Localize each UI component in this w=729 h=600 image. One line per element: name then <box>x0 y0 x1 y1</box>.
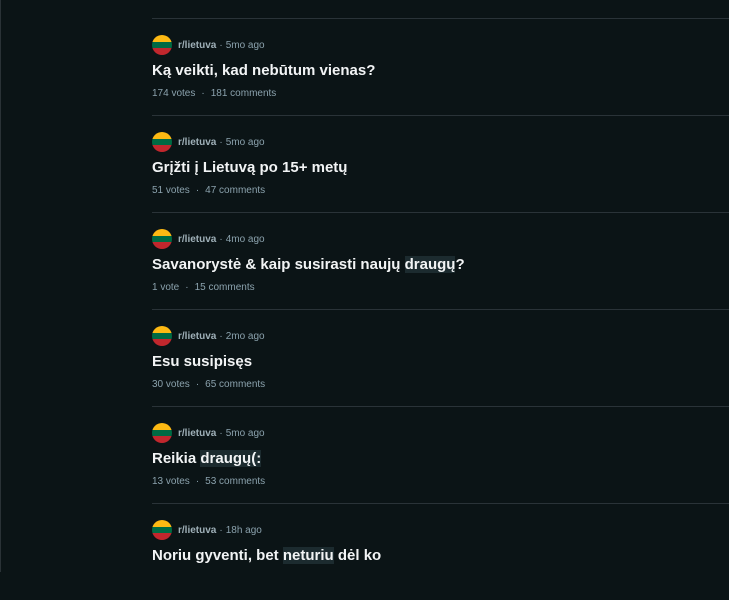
meta-separator: · <box>219 136 223 148</box>
title-text: Savanorystė & kaip susirasti naujų <box>152 256 405 273</box>
comment-count[interactable]: 53 comments <box>205 476 265 487</box>
post-result[interactable]: r/lietuva · 5mo ago Ką veikti, kad nebūt… <box>152 18 729 115</box>
post-meta: r/lietuva · 5mo ago <box>152 423 265 443</box>
title-text: Grįžti į Lietuvą po 15+ metų <box>152 159 348 176</box>
subreddit-link[interactable]: r/lietuva <box>178 331 216 342</box>
meta-separator: · <box>219 39 223 51</box>
post-stats: 13 votes · 53 comments <box>152 476 265 487</box>
comment-count[interactable]: 47 comments <box>205 185 265 196</box>
post-title[interactable]: Savanorystė & kaip susirasti naujų draug… <box>152 256 465 273</box>
subreddit-link[interactable]: r/lietuva <box>178 137 216 148</box>
post-title[interactable]: Esu susipisęs <box>152 353 252 370</box>
vote-count: 1 vote <box>152 282 180 293</box>
post-result[interactable]: r/lietuva · 4mo ago Savanorystė & kaip s… <box>152 212 729 309</box>
post-stats: 51 votes · 47 comments <box>152 185 265 196</box>
meta-separator: · <box>219 427 223 439</box>
title-text-end: dėl ko <box>333 547 382 564</box>
subreddit-link[interactable]: r/lietuva <box>178 428 216 439</box>
vote-count: 13 votes <box>152 476 190 487</box>
stats-separator: · <box>195 476 200 487</box>
post-title[interactable]: Reikia draugų(: <box>152 450 262 467</box>
vote-count: 51 votes <box>152 185 190 196</box>
subreddit-link[interactable]: r/lietuva <box>178 40 216 51</box>
title-text-end: ? <box>455 256 465 273</box>
stats-separator: · <box>201 88 205 99</box>
lithuania-flag-icon <box>152 423 172 443</box>
post-result[interactable]: r/lietuva · 2mo ago Esu susipisęs 30 vot… <box>152 309 729 406</box>
title-highlight: neturiu <box>282 547 334 564</box>
lithuania-flag-icon <box>152 326 172 346</box>
lithuania-flag-icon <box>152 229 172 249</box>
post-title[interactable]: Grįžti į Lietuvą po 15+ metų <box>152 159 347 176</box>
post-meta: r/lietuva · 18h ago <box>152 520 262 540</box>
post-age: 2mo ago <box>225 330 265 342</box>
post-age: 5mo ago <box>225 39 265 51</box>
post-meta: r/lietuva · 4mo ago <box>152 229 265 249</box>
lithuania-flag-icon <box>152 35 172 55</box>
post-result[interactable]: r/lietuva · 5mo ago Grįžti į Lietuvą po … <box>152 115 729 212</box>
post-result[interactable]: r/lietuva · 18h ago Noriu gyventi, bet n… <box>152 503 729 600</box>
stats-separator: · <box>195 379 200 390</box>
post-meta: r/lietuva · 2mo ago <box>152 326 265 346</box>
title-text: Ką veikti, kad nebūtum vienas? <box>152 62 376 79</box>
post-age: 4mo ago <box>225 233 265 245</box>
post-age: 5mo ago <box>225 427 265 439</box>
post-stats: 30 votes · 65 comments <box>152 379 265 390</box>
stats-separator: · <box>195 185 200 196</box>
comment-count[interactable]: 181 comments <box>211 88 277 99</box>
post-age: 5mo ago <box>225 136 265 148</box>
search-results-feed: r/lietuva · 5mo ago Ką veikti, kad nebūt… <box>152 0 729 600</box>
comment-count[interactable]: 65 comments <box>205 379 265 390</box>
title-text: Reikia <box>152 450 201 467</box>
title-highlight: draugų(: <box>200 450 262 467</box>
comment-count[interactable]: 15 comments <box>195 282 255 293</box>
title-text: Esu susipisęs <box>152 353 253 370</box>
post-result[interactable]: r/lietuva · 5mo ago Reikia draugų(: 13 v… <box>152 406 729 503</box>
vote-count: 174 votes <box>152 88 196 99</box>
left-edge-divider <box>0 0 1 572</box>
title-highlight: draugų <box>404 256 456 273</box>
meta-separator: · <box>219 524 223 536</box>
lithuania-flag-icon <box>152 520 172 540</box>
post-meta: r/lietuva · 5mo ago <box>152 35 265 55</box>
post-title[interactable]: Ką veikti, kad nebūtum vienas? <box>152 62 375 79</box>
subreddit-link[interactable]: r/lietuva <box>178 525 216 536</box>
post-age: 18h ago <box>225 524 262 536</box>
vote-count: 30 votes <box>152 379 190 390</box>
stats-separator: · <box>185 282 189 293</box>
post-title[interactable]: Noriu gyventi, bet neturiu dėl ko <box>152 547 381 564</box>
post-stats: 174 votes · 181 comments <box>152 88 276 99</box>
post-stats: 1 vote · 15 comments <box>152 282 255 293</box>
meta-separator: · <box>219 330 223 342</box>
title-text: Noriu gyventi, bet <box>152 547 283 564</box>
meta-separator: · <box>219 233 223 245</box>
post-meta: r/lietuva · 5mo ago <box>152 132 265 152</box>
subreddit-link[interactable]: r/lietuva <box>178 234 216 245</box>
lithuania-flag-icon <box>152 132 172 152</box>
